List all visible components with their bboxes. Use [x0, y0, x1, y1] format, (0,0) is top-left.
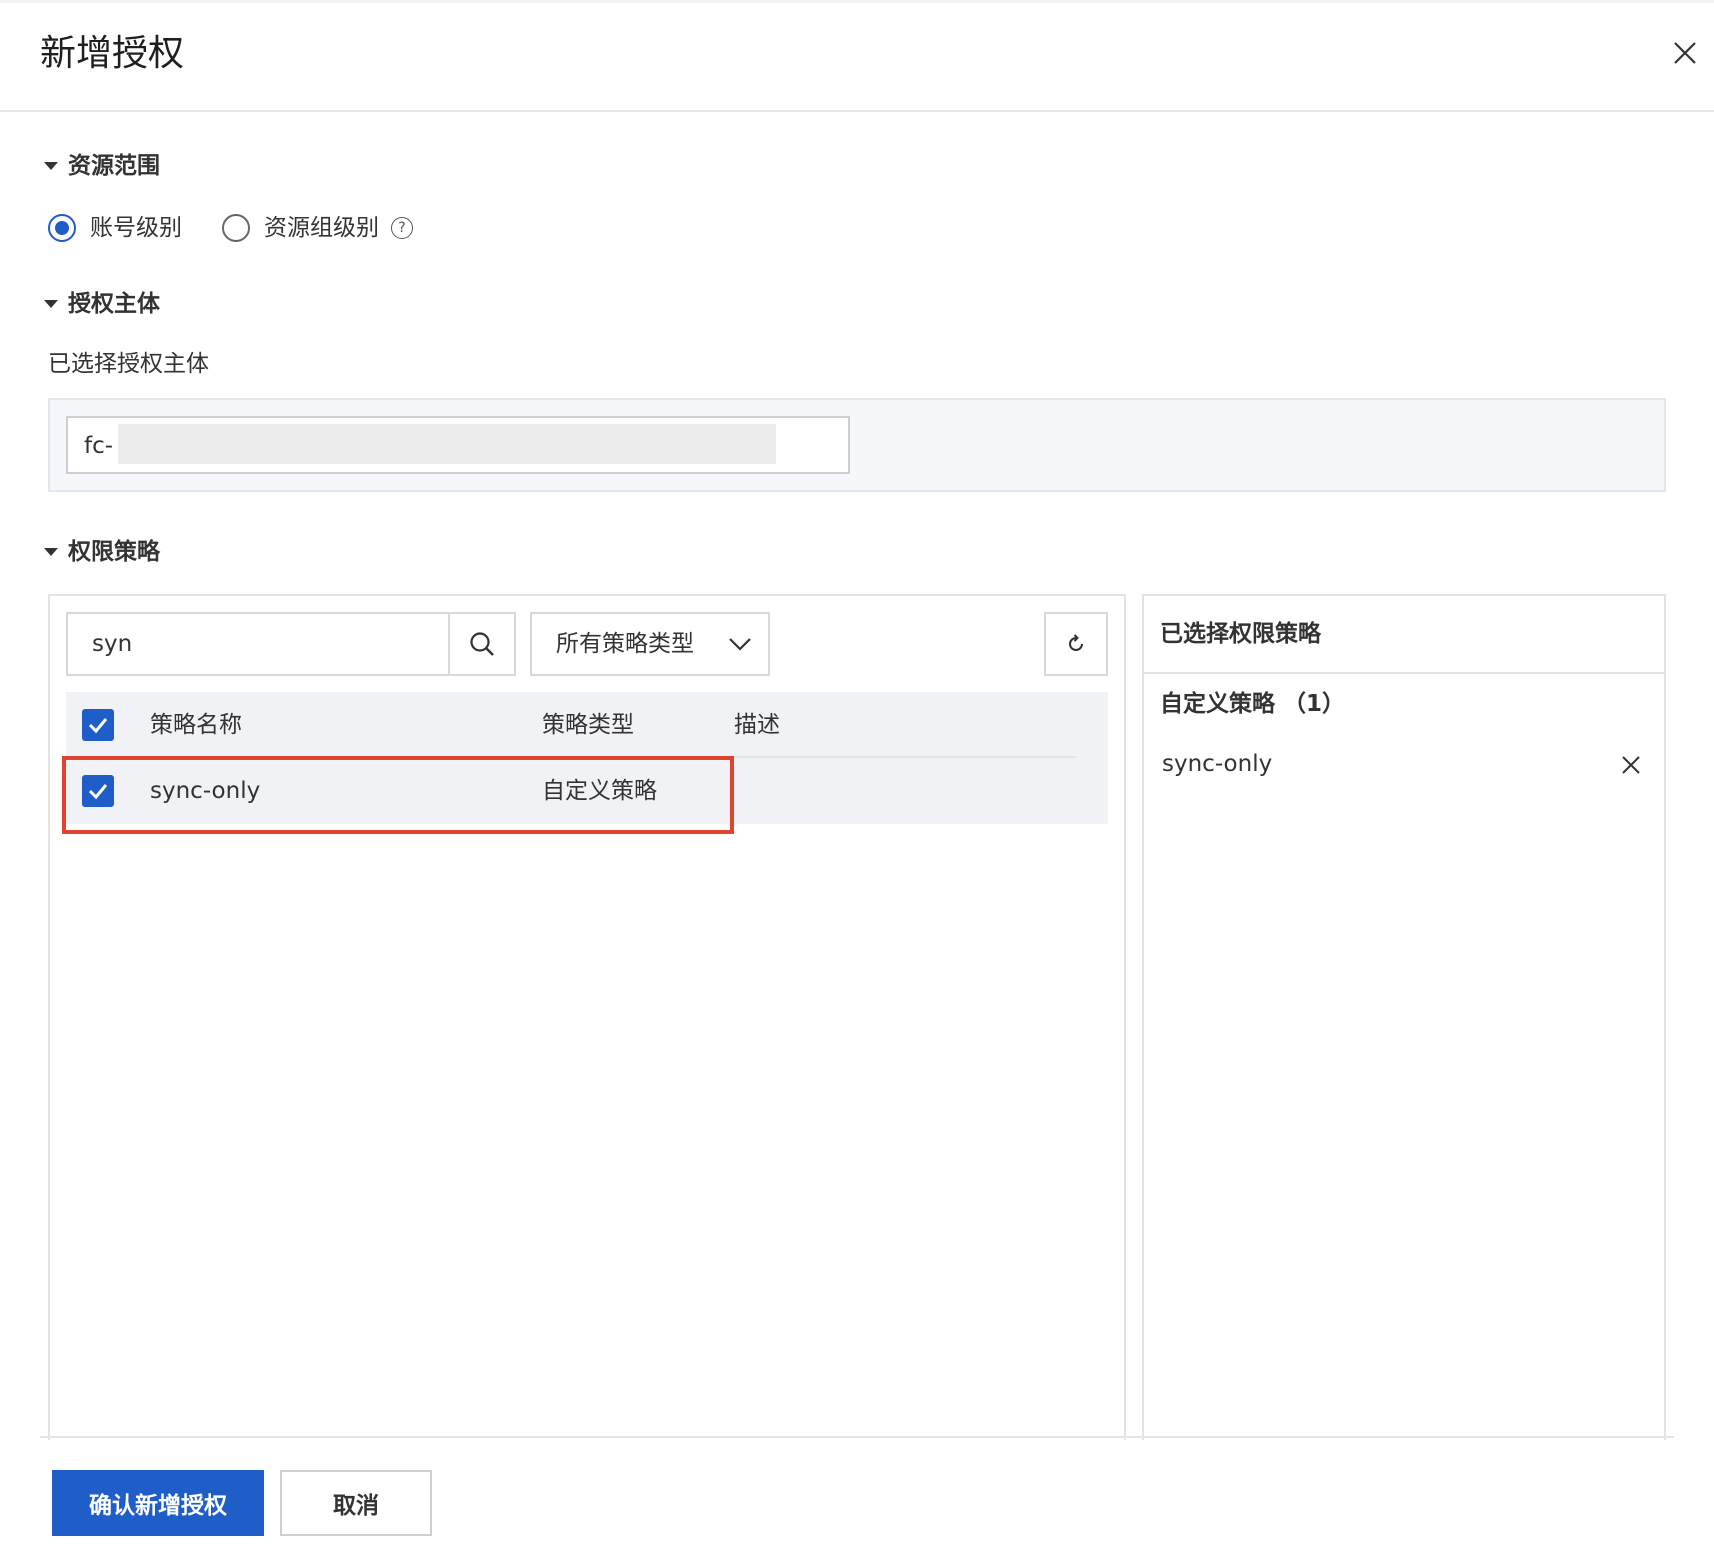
selected-principal-label: 已选择授权主体 [48, 351, 209, 377]
cancel-button[interactable]: 取消 [280, 1470, 432, 1536]
section-resource-scope[interactable]: 资源范围 [44, 150, 160, 182]
top-edge [0, 0, 1714, 3]
selected-policies-title: 已选择权限策略 [1160, 621, 1321, 647]
caret-down-icon [44, 300, 58, 308]
checkmark-icon [88, 718, 108, 734]
section-policy-label: 权限策略 [68, 539, 160, 565]
column-header-description: 描述 [734, 712, 780, 738]
redacted-mask [118, 424, 776, 464]
resource-scope-radio-group: 账号级别 资源组级别 ? [48, 212, 413, 244]
dialog-title: 新增授权 [40, 33, 185, 74]
refresh-button[interactable] [1044, 612, 1108, 676]
policy-type-select-value: 所有策略类型 [556, 631, 694, 657]
table-header: 策略名称 策略类型 描述 [66, 692, 1108, 758]
selected-policy-item: sync-only [1162, 751, 1273, 777]
caret-down-icon [44, 162, 58, 170]
section-policy[interactable]: 权限策略 [44, 536, 160, 568]
radio-account-level[interactable] [48, 214, 76, 242]
principal-value: fc- [84, 433, 114, 459]
radio-account-level-label[interactable]: 账号级别 [90, 212, 182, 244]
question-circle-icon[interactable]: ? [391, 217, 413, 239]
refresh-icon [1069, 634, 1083, 651]
column-header-name: 策略名称 [150, 712, 242, 738]
radio-resource-group-level[interactable] [222, 214, 250, 242]
select-all-checkbox[interactable] [82, 709, 114, 741]
footer-divider [40, 1436, 1674, 1438]
radio-resource-group-level-label[interactable]: 资源组级别 [264, 212, 379, 244]
chevron-down-icon [729, 638, 751, 651]
close-icon[interactable] [1620, 754, 1642, 776]
caret-down-icon [44, 548, 58, 556]
section-principal[interactable]: 授权主体 [44, 288, 160, 320]
policy-type-select[interactable]: 所有策略类型 [530, 612, 770, 676]
highlight-annotation [62, 756, 734, 834]
header-divider [0, 110, 1714, 112]
search-icon [470, 632, 494, 656]
section-resource-scope-label: 资源范围 [68, 153, 160, 179]
column-header-type: 策略类型 [542, 712, 634, 738]
close-icon[interactable] [1670, 38, 1700, 68]
selected-policies-panel [1142, 594, 1666, 1440]
selected-group-title: 自定义策略 （1） [1160, 691, 1346, 717]
selected-panel-divider [1144, 672, 1664, 674]
policy-search-input[interactable]: syn [66, 612, 450, 676]
confirm-add-authorization-button[interactable]: 确认新增授权 [52, 1470, 264, 1536]
section-principal-label: 授权主体 [68, 291, 160, 317]
search-button[interactable] [448, 612, 516, 676]
